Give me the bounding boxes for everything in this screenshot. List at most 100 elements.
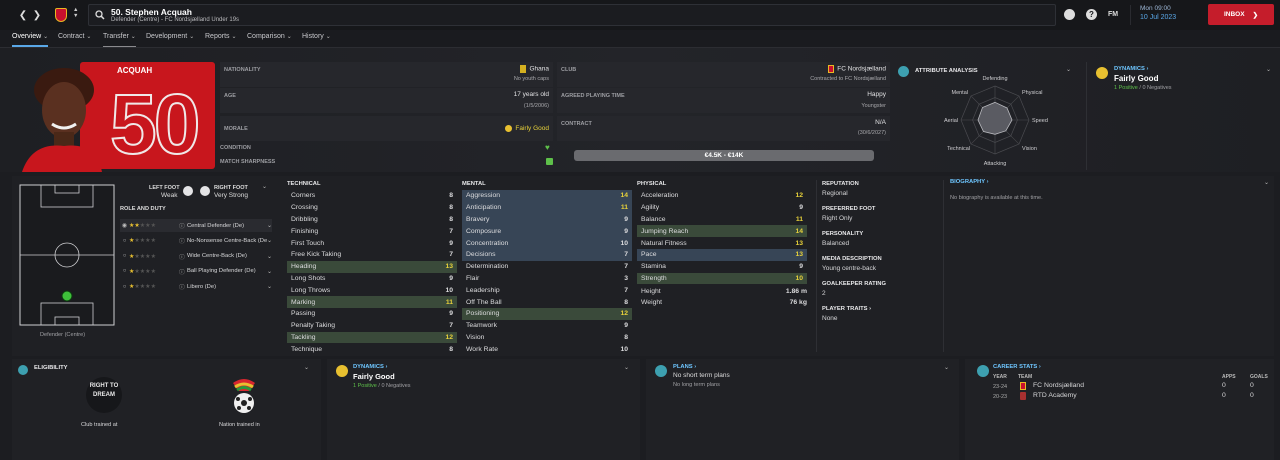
attribute-value: 13 xyxy=(445,263,453,271)
nationality-cell[interactable]: NATIONALITY Ghana No youth caps xyxy=(220,62,553,87)
chevron-down-icon[interactable]: ⌄ xyxy=(1266,66,1271,73)
attribute-row[interactable]: Flair 3 xyxy=(462,273,632,285)
chevron-down-icon[interactable]: ⌄ xyxy=(624,364,629,371)
search-icon[interactable] xyxy=(95,10,105,20)
attribute-row[interactable]: Aggression 14 xyxy=(462,190,632,202)
attribute-row[interactable]: Long Throws 10 xyxy=(287,284,457,296)
player-switch-icon[interactable]: ▲ ▼ xyxy=(73,7,78,19)
tab-history[interactable]: History ⌄ xyxy=(302,33,331,47)
role-row[interactable]: ◉ ★★★★★ ⓘ Central Defender (De) ⌄ xyxy=(120,219,272,232)
date-display[interactable]: Mon 09:00 10 Jul 2023 xyxy=(1130,5,1202,25)
position-pitch[interactable] xyxy=(19,184,115,326)
transfer-value-bar[interactable]: €4.5K - €14K xyxy=(574,150,874,161)
attribute-row[interactable]: First Touch 9 xyxy=(287,237,457,249)
attribute-row[interactable]: Marking 11 xyxy=(287,296,457,308)
plans-link[interactable]: PLANS › xyxy=(673,364,696,370)
attribute-row[interactable]: Positioning 12 xyxy=(462,308,632,320)
chevron-down-icon[interactable]: ⌄ xyxy=(944,364,949,371)
attribute-row[interactable]: Pace 13 xyxy=(637,249,807,261)
attribute-row[interactable]: Free Kick Taking 7 xyxy=(287,249,457,261)
tab-comparison[interactable]: Comparison ⌄ xyxy=(247,33,292,47)
forward-arrow-icon[interactable]: ❯ xyxy=(28,6,46,24)
player-traits-link[interactable]: PLAYER TRAITS › xyxy=(822,306,937,312)
club-label: CLUB xyxy=(561,67,577,73)
contract-cell[interactable]: CONTRACT N/A (30/6/2027) xyxy=(557,116,890,141)
morale-cell[interactable]: MORALE Fairly Good xyxy=(220,116,553,141)
dynamics-icon xyxy=(1096,67,1108,79)
attribute-value: 8 xyxy=(624,298,628,306)
role-row[interactable]: ○ ★★★★★ ⓘ Libero (De) ⌄ xyxy=(120,280,272,293)
career-stats-link[interactable]: CAREER STATS › xyxy=(993,364,1041,370)
attribute-row[interactable]: Bravery 9 xyxy=(462,213,632,226)
attribute-row[interactable]: Vision 8 xyxy=(462,332,632,344)
attribute-row[interactable]: Penalty Taking 7 xyxy=(287,320,457,332)
role-row[interactable]: ○ ★★★★★ ⓘ Wide Centre-Back (De) ⌄ xyxy=(120,250,272,263)
attribute-row[interactable]: Acceleration 12 xyxy=(637,190,807,202)
attribute-row[interactable]: Corners 8 xyxy=(287,190,457,202)
attribute-row[interactable]: Composure 9 xyxy=(462,225,632,238)
attribute-row[interactable]: Stamina 9 xyxy=(637,261,807,273)
chevron-down-icon[interactable]: ⌄ xyxy=(304,364,309,371)
player-traits-value: None xyxy=(822,315,838,322)
attribute-row[interactable]: Anticipation 11 xyxy=(462,201,632,214)
chevron-down-icon: ⌄ xyxy=(266,238,272,245)
attribute-row[interactable]: Finishing 7 xyxy=(287,225,457,237)
attribute-row[interactable]: Heading 13 xyxy=(287,260,457,273)
attribute-name: Decisions xyxy=(466,251,496,259)
attribute-row[interactable]: Determination 7 xyxy=(462,261,632,273)
info-icon: ⓘ xyxy=(179,269,185,276)
chevron-down-icon: ⌄ xyxy=(86,34,92,40)
dynamics-link[interactable]: DYNAMICS › xyxy=(353,364,387,370)
info-icon: ⓘ xyxy=(179,239,185,246)
inbox-button[interactable]: INBOX ❯ xyxy=(1208,4,1274,25)
attribute-row[interactable]: Technique 8 xyxy=(287,343,457,355)
help-icon[interactable]: ? xyxy=(1086,9,1097,20)
attribute-row[interactable]: Dribbling 8 xyxy=(287,214,457,226)
attribute-row[interactable]: Balance 11 xyxy=(637,214,807,226)
tab-transfer[interactable]: Transfer ⌄ xyxy=(103,33,136,47)
attribute-row[interactable]: Natural Fitness 13 xyxy=(637,237,807,249)
biography-link[interactable]: BIOGRAPHY › xyxy=(950,179,989,185)
tab-development[interactable]: Development ⌄ xyxy=(146,33,194,47)
attribute-row[interactable]: Leadership 7 xyxy=(462,284,632,296)
playing-time-label: AGREED PLAYING TIME xyxy=(561,93,625,99)
page-title: 50. Stephen Acquah xyxy=(111,7,192,17)
attribute-name: Technique xyxy=(291,345,322,353)
role-name: No-Nonsense Centre-Back (De) xyxy=(187,237,267,244)
club-crest-icon[interactable] xyxy=(55,8,67,22)
attribute-row[interactable]: Work Rate 10 xyxy=(462,343,632,355)
ball-icon[interactable] xyxy=(1064,9,1075,20)
attribute-row[interactable]: Crossing 8 xyxy=(287,202,457,214)
attribute-value: 7 xyxy=(449,322,453,330)
attribute-value: 7 xyxy=(449,251,453,259)
tab-overview[interactable]: Overview ⌄ xyxy=(12,33,49,47)
attribute-row[interactable]: Decisions 7 xyxy=(462,249,632,261)
attribute-row[interactable]: Off The Ball 8 xyxy=(462,296,632,308)
tab-reports[interactable]: Reports ⌄ xyxy=(205,33,237,47)
age-cell: AGE 17 years old (1/5/2006) xyxy=(220,88,553,113)
attribute-name: Teamwork xyxy=(466,322,497,330)
attribute-row[interactable]: Teamwork 9 xyxy=(462,320,632,332)
club-value[interactable]: FC Nordsjælland xyxy=(828,65,886,73)
chevron-down-icon[interactable]: ⌄ xyxy=(1264,179,1269,186)
dob-value: (1/5/2006) xyxy=(523,103,549,109)
role-row[interactable]: ○ ★★★★★ ⓘ No-Nonsense Centre-Back (De) ⌄ xyxy=(120,234,272,247)
attribute-row[interactable]: Strength 10 xyxy=(637,272,807,285)
attribute-row[interactable]: Concentration 10 xyxy=(462,237,632,249)
club-cell[interactable]: CLUB FC Nordsjælland Contracted to FC No… xyxy=(557,62,890,87)
tab-contract[interactable]: Contract ⌄ xyxy=(58,33,91,47)
fm-menu-button[interactable]: FM xyxy=(1108,11,1118,18)
pref-foot-label: PREFERRED FOOT xyxy=(822,206,876,212)
attribute-name: Anticipation xyxy=(466,204,502,212)
attribute-value: 10 xyxy=(620,345,628,353)
role-row[interactable]: ○ ★★★★★ ⓘ Ball Playing Defender (De) ⌄ xyxy=(120,265,272,278)
attribute-row[interactable]: Long Shots 9 xyxy=(287,273,457,285)
attribute-row[interactable]: Tackling 12 xyxy=(287,331,457,344)
attribute-row[interactable]: Passing 9 xyxy=(287,308,457,320)
attribute-row[interactable]: Agility 9 xyxy=(637,202,807,214)
radar-label: Attacking xyxy=(984,161,1007,167)
chevron-down-icon[interactable]: ⌄ xyxy=(262,183,267,190)
playing-time-cell[interactable]: AGREED PLAYING TIME Happy Youngster xyxy=(557,88,890,113)
dynamics-link[interactable]: DYNAMICS › xyxy=(1114,66,1148,72)
attribute-row[interactable]: Jumping Reach 14 xyxy=(637,225,807,238)
